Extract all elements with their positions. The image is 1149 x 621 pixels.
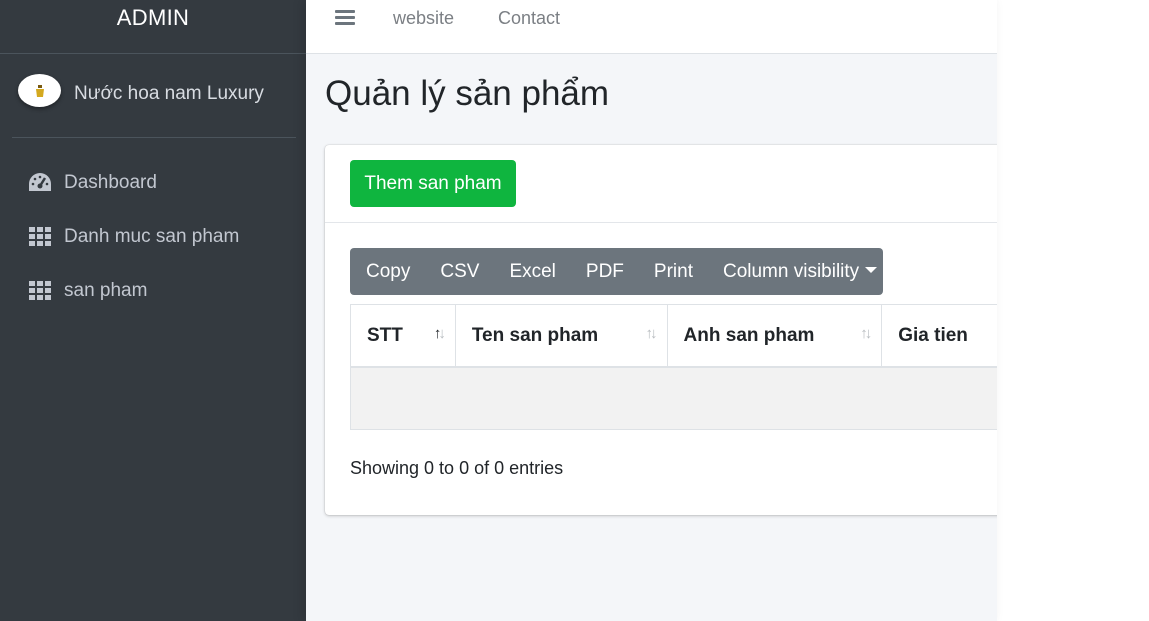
nav-link-website[interactable]: website — [393, 8, 454, 29]
tachometer-icon — [28, 171, 52, 195]
add-product-button[interactable]: Them san pham — [350, 160, 516, 207]
column-header-label: Ten san pham — [471, 324, 599, 346]
sort-icon: ↑↓ — [860, 325, 872, 342]
sidebar-item-danh-muc[interactable]: Danh muc san pham — [0, 210, 306, 264]
pdf-button[interactable]: PDF — [572, 248, 640, 295]
sidebar-nav: Dashboard Danh muc san pham san pham — [0, 156, 306, 318]
nav-link-contact[interactable]: Contact — [498, 8, 560, 29]
topbar: website Contact — [306, 0, 997, 54]
table-info: Showing 0 to 0 of 0 entries — [350, 458, 564, 478]
caret-down-icon — [865, 267, 878, 273]
print-button[interactable]: Print — [640, 248, 709, 295]
sidebar-item-label: Danh muc san pham — [64, 226, 240, 247]
hamburger-icon[interactable] — [335, 10, 355, 26]
sidebar-item-label: Dashboard — [64, 172, 157, 193]
export-button-group: Copy CSV Excel PDF Print Column visibili… — [350, 248, 883, 295]
sidebar-item-dashboard[interactable]: Dashboard — [0, 156, 306, 210]
grid-icon — [28, 279, 52, 303]
column-header-ten-san-pham[interactable]: Ten san pham ↑↓ — [456, 305, 668, 366]
app-root: ADMIN Nước hoa nam Luxury Dashboard Danh… — [0, 0, 1149, 621]
column-header-label: Gia tien — [898, 324, 968, 346]
sidebar: ADMIN Nước hoa nam Luxury Dashboard Danh… — [0, 0, 306, 621]
column-header-label: STT — [367, 324, 403, 346]
perfume-logo-icon[interactable] — [18, 74, 61, 107]
table-empty-row — [351, 368, 997, 430]
grid-icon — [28, 225, 52, 249]
excel-button[interactable]: Excel — [495, 248, 571, 295]
user-name[interactable]: Nước hoa nam Luxury — [74, 83, 264, 105]
products-card: Them san pham Copy CSV Excel PDF Print C… — [325, 145, 997, 515]
perfume-bottle-icon — [35, 84, 44, 97]
table-header-row: STT ↑↓ Ten san pham ↑↓ Anh san pham ↑↓ G… — [351, 305, 997, 368]
copy-button[interactable]: Copy — [350, 248, 426, 295]
column-visibility-button[interactable]: Column visibility — [709, 248, 893, 295]
user-panel: Nước hoa nam Luxury — [12, 54, 296, 138]
csv-button[interactable]: CSV — [426, 248, 495, 295]
column-header-gia-tien[interactable]: Gia tien — [882, 305, 997, 366]
sidebar-item-label: san pham — [64, 280, 148, 301]
column-header-anh-san-pham[interactable]: Anh san pham ↑↓ — [668, 305, 883, 366]
sort-asc-icon: ↑↓ — [433, 325, 446, 342]
sort-icon: ↑↓ — [645, 325, 658, 342]
column-header-label: Anh san pham — [683, 324, 815, 346]
content-wrapper: website Contact Quản lý sản phẩm Them sa… — [306, 0, 997, 621]
brand-title[interactable]: ADMIN — [0, 0, 306, 54]
products-table: STT ↑↓ Ten san pham ↑↓ Anh san pham ↑↓ G… — [350, 304, 997, 430]
column-visibility-label: Column visibility — [722, 260, 860, 282]
card-header: Them san pham — [325, 145, 997, 223]
column-header-stt[interactable]: STT ↑↓ — [351, 305, 456, 366]
sidebar-item-san-pham[interactable]: san pham — [0, 264, 306, 318]
page-title: Quản lý sản phẩm — [325, 74, 610, 113]
